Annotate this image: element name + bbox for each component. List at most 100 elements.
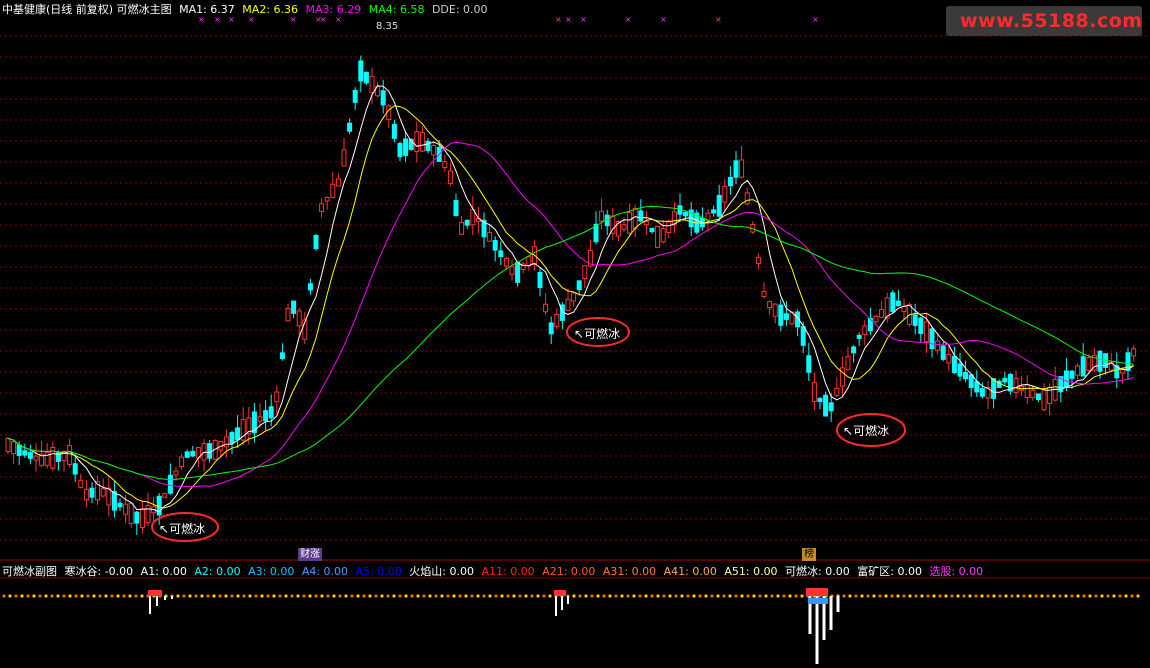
sub-bar-red — [806, 588, 828, 596]
baseline-dot — [404, 594, 408, 598]
hanbinggu-value: 寒冰谷: -0.00 — [64, 565, 134, 578]
fukuangqu-value: 富矿区: 0.00 — [857, 565, 922, 578]
baseline-dot — [494, 594, 498, 598]
candle-body — [772, 303, 778, 317]
baseline-dot — [278, 594, 282, 598]
a51-value: A51: 0.00 — [724, 565, 778, 578]
baseline-dot — [1070, 594, 1074, 598]
baseline-dot — [326, 594, 330, 598]
baseline-dot — [362, 594, 366, 598]
baseline-dot — [416, 594, 420, 598]
candle-body — [100, 488, 106, 497]
candle-body — [307, 283, 313, 291]
candle-body — [419, 132, 425, 152]
candle-body — [1086, 357, 1092, 371]
baseline-dot — [602, 594, 606, 598]
candle-body — [128, 502, 134, 525]
baseline-dot — [998, 594, 1002, 598]
candle-body — [207, 443, 213, 459]
baseline-dot — [296, 594, 300, 598]
baseline-dot — [182, 594, 186, 598]
baseline-dot — [800, 594, 804, 598]
baseline-dot — [662, 594, 666, 598]
candle-body — [1030, 389, 1036, 399]
signal-label-2: ↖可燃冰 — [574, 327, 621, 341]
baseline-dot — [356, 594, 360, 598]
candle-body — [78, 479, 84, 488]
candle-body — [145, 504, 151, 524]
candle-body — [968, 374, 974, 389]
candle-body — [330, 183, 336, 198]
candle-body — [324, 196, 330, 202]
huoyanshan-value: 火焰山: 0.00 — [409, 565, 474, 578]
candle-body — [979, 388, 985, 397]
candle-body — [509, 266, 515, 275]
baseline-dot — [614, 594, 618, 598]
candle-body — [895, 300, 901, 307]
candle-body — [173, 470, 179, 476]
candle-body — [162, 493, 168, 498]
a5-value: A5: 0.00 — [355, 565, 402, 578]
baseline-dot — [212, 594, 216, 598]
baseline-dot — [200, 594, 204, 598]
baseline-dot — [794, 594, 798, 598]
candle-body — [296, 310, 302, 327]
baseline-dot — [548, 594, 552, 598]
candle-body — [890, 292, 896, 313]
baseline-dot — [410, 594, 414, 598]
baseline-dot — [422, 594, 426, 598]
baseline-dot — [1064, 594, 1068, 598]
baseline-dot — [902, 594, 906, 598]
baseline-dot — [632, 594, 636, 598]
candle-body — [223, 436, 229, 448]
marker-x: × — [625, 15, 632, 24]
candle-body — [453, 200, 459, 216]
candle-body — [655, 226, 661, 248]
baseline-dot — [908, 594, 912, 598]
candle-body — [313, 234, 319, 250]
signal-label-1: ↖可燃冰 — [159, 522, 206, 536]
main-title: 中基健康(日线 前复权) 可燃冰主图 — [2, 3, 172, 16]
baseline-dot — [476, 594, 480, 598]
sub-bar-red — [148, 590, 162, 596]
baseline-dot — [98, 594, 102, 598]
baseline-dot — [992, 594, 996, 598]
baseline-dot — [1046, 594, 1050, 598]
baseline-dot — [866, 594, 870, 598]
baseline-dot — [122, 594, 126, 598]
baseline-dot — [1100, 594, 1104, 598]
baseline-dot — [452, 594, 456, 598]
candle-body — [918, 317, 924, 335]
a41-value: A41: 0.00 — [663, 565, 717, 578]
ma4-value: MA4: 6.58 — [368, 3, 425, 16]
candle-body — [341, 149, 347, 167]
baseline-dot — [920, 594, 924, 598]
candle-body — [660, 228, 666, 243]
baseline-dot — [254, 594, 258, 598]
sub-bar-blue — [808, 598, 828, 604]
candle-body — [912, 314, 918, 326]
baseline-dot — [914, 594, 918, 598]
baseline-dot — [524, 594, 528, 598]
candle-body — [391, 123, 397, 139]
candle-body — [783, 313, 789, 320]
baseline-dot — [74, 594, 78, 598]
candle-body — [447, 170, 453, 184]
baseline-dot — [482, 594, 486, 598]
baseline-dot — [80, 594, 84, 598]
badge-bang[interactable]: 榜 — [802, 548, 816, 561]
baseline-dot — [1130, 594, 1134, 598]
candle-body — [414, 131, 420, 152]
baseline-dot — [770, 594, 774, 598]
baseline-dot — [458, 594, 462, 598]
a11-value: A11: 0.00 — [481, 565, 535, 578]
baseline-dot — [308, 594, 312, 598]
candle-body — [352, 89, 358, 103]
baseline-dot — [470, 594, 474, 598]
candle-body — [268, 406, 274, 419]
badge-caizhang[interactable]: 财涨 — [298, 548, 322, 561]
baseline-dot — [962, 594, 966, 598]
baseline-dot — [596, 594, 600, 598]
baseline-dot — [944, 594, 948, 598]
candle-body — [22, 450, 28, 456]
